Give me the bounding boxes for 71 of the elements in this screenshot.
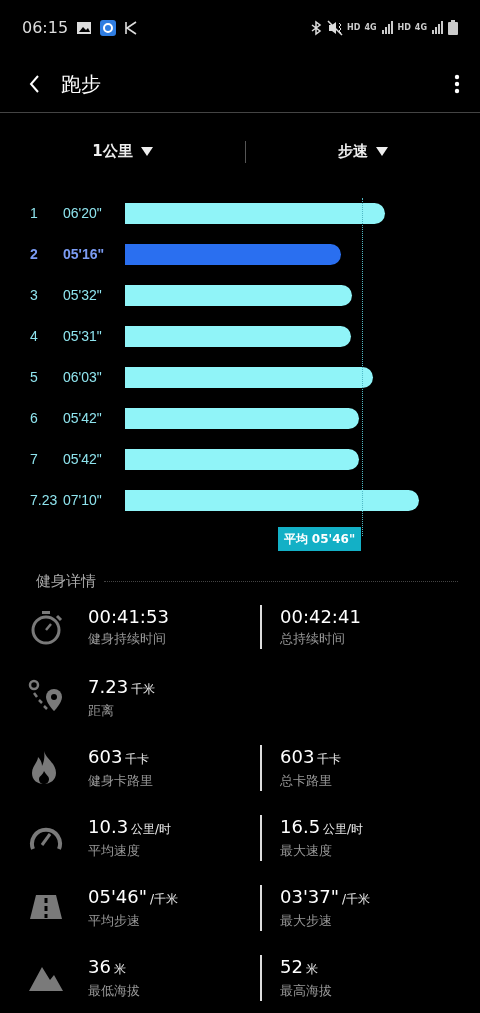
stat-value: 603: [88, 744, 123, 769]
unit-text: 千卡: [317, 750, 342, 768]
caret-icon: [140, 147, 153, 156]
app-icon: [100, 19, 117, 36]
screen-title: 跑步: [61, 70, 101, 98]
unit-text: /千米: [342, 890, 371, 908]
stat-value: 36: [88, 954, 111, 979]
unit-text: 公里/时: [323, 820, 364, 838]
stat-label: 健身卡路里: [88, 771, 153, 790]
network-text: 4G: [414, 21, 427, 34]
split-label: 4: [30, 327, 39, 346]
stat-value: 00:41:53: [88, 604, 169, 629]
stat-label: 最大步速: [280, 911, 333, 930]
split-label: 2: [30, 245, 39, 264]
split-label: 7: [30, 450, 39, 469]
stat-label: 最低海拔: [88, 981, 140, 1000]
stat-value: 10.3: [88, 814, 129, 839]
split-label: 7.23: [30, 491, 59, 510]
image-icon: [76, 19, 93, 36]
signal-icon: [380, 20, 394, 35]
stat-value: 16.5: [280, 814, 321, 839]
bluetooth-icon: [309, 19, 324, 36]
stat-label: 总持续时间: [280, 629, 346, 648]
unit-text: /千米: [150, 890, 179, 908]
more-icon: [454, 73, 460, 94]
split-label: 1: [30, 204, 39, 223]
pace-label: 06'03": [63, 368, 103, 387]
stat-value: 52: [280, 954, 303, 979]
dropdown-button[interactable]: 步速: [337, 140, 388, 163]
split-label: 3: [30, 286, 39, 305]
signal-icon: [431, 20, 444, 35]
more-button[interactable]: [454, 73, 460, 94]
back-icon: [28, 73, 41, 94]
network-text: 4G: [364, 21, 377, 34]
stat-label: 健身持续时间: [88, 629, 167, 648]
unit-text: 米: [113, 960, 126, 978]
pace-label: 07'10": [63, 491, 103, 510]
clock-text: 06:15: [22, 16, 69, 39]
pace-label: 06'20": [63, 204, 103, 223]
dropdown-button[interactable]: 1公里: [92, 140, 153, 163]
pace-label: 05'31": [63, 327, 103, 346]
split-label: 6: [30, 409, 39, 428]
unit-text: 千卡: [125, 750, 150, 768]
unit-text: 千米: [131, 680, 156, 698]
stat-label: 平均速度: [88, 841, 141, 860]
stat-label: 最高海拔: [280, 981, 332, 1000]
stat-label: 最大速度: [280, 841, 333, 860]
stat-label: 距离: [88, 701, 115, 720]
k-icon: [124, 19, 139, 36]
pace-label: 05'42": [63, 450, 103, 469]
stat-value: 03'37": [280, 884, 340, 909]
average-tag: 平均 05'46": [277, 527, 362, 551]
back-button[interactable]: [28, 73, 41, 94]
pace-label: 05'42": [63, 409, 103, 428]
section-title: 健身详情: [36, 571, 96, 592]
stat-label: 总卡路里: [280, 771, 333, 790]
pace-label: 05'16": [63, 245, 106, 264]
stat-value: 7.23: [88, 674, 129, 699]
network-text: HD: [397, 21, 411, 34]
stat-value: 603: [280, 744, 315, 769]
mute-icon: [327, 19, 344, 36]
unit-text: 公里/时: [131, 820, 172, 838]
network-text: HD: [347, 21, 361, 34]
pace-label: 05'32": [63, 286, 103, 305]
battery-icon: [448, 20, 458, 35]
stat-label: 平均步速: [88, 911, 141, 930]
stat-value: 05'46": [88, 884, 148, 909]
split-label: 5: [30, 368, 39, 387]
unit-text: 米: [305, 960, 318, 978]
stat-value: 00:42:41: [280, 604, 361, 629]
caret-icon: [375, 147, 388, 156]
